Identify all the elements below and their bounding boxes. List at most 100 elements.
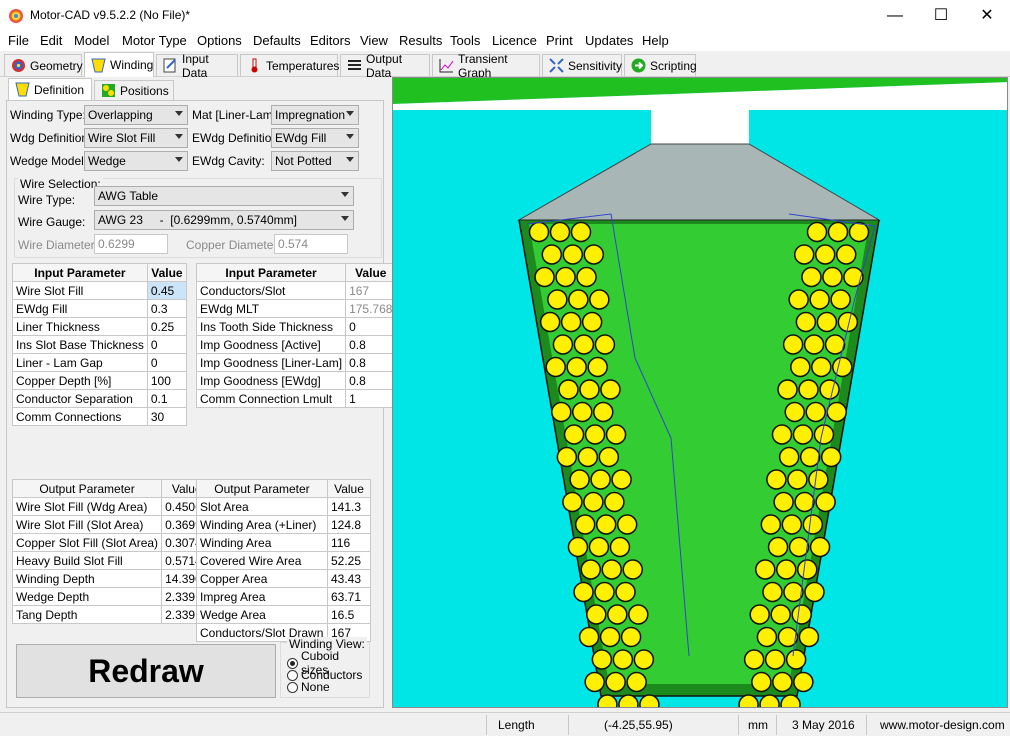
input-data-icon bbox=[163, 58, 176, 73]
table-row[interactable]: Conductor Separation 0.1 bbox=[12, 389, 188, 408]
table-row[interactable]: Wedge Area 16.5 bbox=[196, 605, 371, 624]
table-row[interactable]: Liner - Lam Gap 0 bbox=[12, 353, 188, 372]
parameter-value-cell[interactable]: 63.71 bbox=[327, 587, 371, 606]
table-row[interactable]: Winding Area (+Liner) 124.8 bbox=[196, 515, 371, 534]
minimize-button[interactable]: — bbox=[872, 0, 918, 31]
radio-none[interactable]: None bbox=[287, 680, 330, 694]
subtab-positions[interactable]: Positions bbox=[94, 80, 174, 100]
menu-updates[interactable]: Updates bbox=[585, 33, 633, 48]
parameter-value-cell[interactable]: 0.25 bbox=[146, 317, 188, 336]
parameter-value-cell[interactable]: 0.8 bbox=[345, 353, 397, 372]
menu-editors[interactable]: Editors bbox=[310, 33, 350, 48]
redraw-button[interactable]: Redraw bbox=[16, 644, 276, 698]
parameter-value-cell[interactable]: 0 bbox=[146, 353, 188, 372]
table-row[interactable]: Ins Slot Base Thickness 0 bbox=[12, 335, 188, 354]
ewdg-cavity-select[interactable]: Not Potted bbox=[271, 151, 359, 171]
parameter-value-cell[interactable]: 43.43 bbox=[327, 569, 371, 588]
menu-tools[interactable]: Tools bbox=[450, 33, 480, 48]
conductor bbox=[784, 401, 805, 423]
maximize-button[interactable]: ☐ bbox=[918, 0, 964, 31]
parameter-value-cell[interactable]: 0.8 bbox=[345, 335, 397, 354]
tab-transient-graph-label: Transient Graph bbox=[458, 51, 508, 80]
parameter-value-cell[interactable]: 167 bbox=[345, 281, 397, 300]
table-row[interactable]: Wire Slot Fill 0.45 bbox=[12, 281, 188, 300]
parameter-value-cell[interactable]: 116 bbox=[327, 533, 371, 552]
table-row[interactable]: Tang Depth 2.33919 bbox=[11, 605, 213, 624]
winding-drawing-canvas[interactable] bbox=[392, 77, 1008, 708]
menu-defaults[interactable]: Defaults bbox=[253, 33, 301, 48]
parameter-value-cell[interactable]: 0.8 bbox=[345, 371, 397, 390]
parameter-name-cell: Imp Goodness [EWdg] bbox=[195, 371, 347, 390]
winding-type-select[interactable]: Overlapping bbox=[84, 105, 188, 125]
wire-gauge-select[interactable]: AWG 23 - [0.6299mm, 0.5740mm] bbox=[94, 210, 354, 230]
tab-scripting[interactable]: Scripting bbox=[624, 54, 697, 76]
parameter-value-cell[interactable]: 124.8 bbox=[327, 515, 371, 534]
ewdg-definition-select[interactable]: EWdg Fill bbox=[271, 128, 359, 148]
table-row[interactable]: EWdg Fill 0.3 bbox=[12, 299, 188, 318]
table-row[interactable]: Wire Slot Fill (Wdg Area) 0.4506 bbox=[11, 497, 213, 516]
table-row[interactable]: Slot Area 141.3 bbox=[196, 497, 371, 516]
table-row[interactable]: Conductors/Slot 167 bbox=[195, 281, 397, 300]
menu-print[interactable]: Print bbox=[546, 33, 573, 48]
wedge-model-select[interactable]: Wedge bbox=[84, 151, 188, 171]
table-row[interactable]: Imp Goodness [EWdg] 0.8 bbox=[195, 371, 397, 390]
mat-liner-lam-select[interactable]: Impregnation bbox=[271, 105, 359, 125]
menu-file[interactable]: File bbox=[8, 33, 29, 48]
copper-diameter-field[interactable]: 0.574 bbox=[274, 234, 348, 254]
parameter-value-cell[interactable]: 141.3 bbox=[327, 497, 371, 516]
tab-geometry[interactable]: Geometry bbox=[4, 54, 83, 76]
menu-results[interactable]: Results bbox=[399, 33, 442, 48]
menu-licence[interactable]: Licence bbox=[492, 33, 537, 48]
tab-input-data[interactable]: Input Data bbox=[156, 52, 238, 80]
table-row[interactable]: Comm Connections 30 bbox=[12, 407, 188, 426]
table-row[interactable]: Winding Area 116 bbox=[196, 533, 371, 552]
tab-transient-graph[interactable]: Transient Graph bbox=[432, 52, 540, 80]
parameter-value-cell[interactable]: 16.5 bbox=[327, 605, 371, 624]
conductor bbox=[586, 604, 607, 625]
close-button[interactable]: ✕ bbox=[964, 0, 1010, 31]
table-row[interactable]: Wedge Depth 2.33919 bbox=[11, 587, 213, 606]
menu-options[interactable]: Options bbox=[197, 33, 242, 48]
table-row[interactable]: Comm Connection Lmult 1 bbox=[195, 389, 397, 408]
parameter-value-cell[interactable]: 1 bbox=[345, 389, 397, 408]
tab-output-data[interactable]: Output Data bbox=[340, 52, 430, 80]
table-row[interactable]: Wire Slot Fill (Slot Area) 0.3699 bbox=[11, 515, 213, 534]
table-row[interactable]: Copper Slot Fill (Slot Area) 0.3074 bbox=[11, 533, 213, 552]
wire-diameter-field[interactable]: 0.6299 bbox=[94, 234, 168, 254]
menu-model[interactable]: Model bbox=[74, 33, 109, 48]
tab-temperatures[interactable]: Temperatures bbox=[240, 54, 339, 76]
wire-type-select[interactable]: AWG Table bbox=[94, 186, 354, 206]
table-row[interactable]: EWdg MLT 175.768 bbox=[195, 299, 397, 318]
menu-edit[interactable]: Edit bbox=[40, 33, 62, 48]
tab-winding[interactable]: Winding bbox=[84, 52, 154, 77]
parameter-value-cell[interactable]: 30 bbox=[146, 407, 188, 426]
status-date: 3 May 2016 bbox=[792, 718, 855, 732]
table-row[interactable]: Ins Tooth Side Thickness 0 bbox=[195, 317, 397, 336]
menu-motor-type[interactable]: Motor Type bbox=[122, 33, 187, 48]
parameter-value-cell[interactable]: 0.1 bbox=[146, 389, 188, 408]
parameter-value-cell[interactable]: 0.45 bbox=[146, 281, 188, 300]
table-row[interactable]: Copper Depth [%] 100 bbox=[12, 371, 188, 390]
parameter-value-cell[interactable]: 0 bbox=[345, 317, 397, 336]
conductor bbox=[555, 266, 576, 288]
table-row[interactable]: Impreg Area 63.71 bbox=[196, 587, 371, 606]
subtab-definition[interactable]: Definition bbox=[8, 78, 92, 100]
wdg-definition-select[interactable]: Wire Slot Fill bbox=[84, 128, 188, 148]
table-row[interactable]: Heavy Build Slot Fill 0.5714 bbox=[11, 551, 213, 570]
slot-drawing[interactable] bbox=[393, 78, 1008, 708]
table-row[interactable]: Winding Depth 14.3904 bbox=[11, 569, 213, 588]
tab-sensitivity[interactable]: Sensitivity bbox=[542, 54, 622, 76]
parameter-value-cell[interactable]: 175.768 bbox=[345, 299, 397, 318]
parameter-value-cell[interactable]: 100 bbox=[146, 371, 188, 390]
table-row[interactable]: Imp Goodness [Active] 0.8 bbox=[195, 335, 397, 354]
parameter-value-cell[interactable]: 0 bbox=[146, 335, 188, 354]
menu-bar: File Edit Model Motor Type Options Defau… bbox=[0, 31, 1010, 51]
menu-help[interactable]: Help bbox=[642, 33, 669, 48]
table-row[interactable]: Covered Wire Area 52.25 bbox=[196, 551, 371, 570]
menu-view[interactable]: View bbox=[360, 33, 388, 48]
parameter-value-cell[interactable]: 0.3 bbox=[146, 299, 188, 318]
table-row[interactable]: Copper Area 43.43 bbox=[196, 569, 371, 588]
table-row[interactable]: Liner Thickness 0.25 bbox=[12, 317, 188, 336]
table-row[interactable]: Imp Goodness [Liner-Lam] 0.8 bbox=[195, 353, 397, 372]
parameter-value-cell[interactable]: 52.25 bbox=[327, 551, 371, 570]
